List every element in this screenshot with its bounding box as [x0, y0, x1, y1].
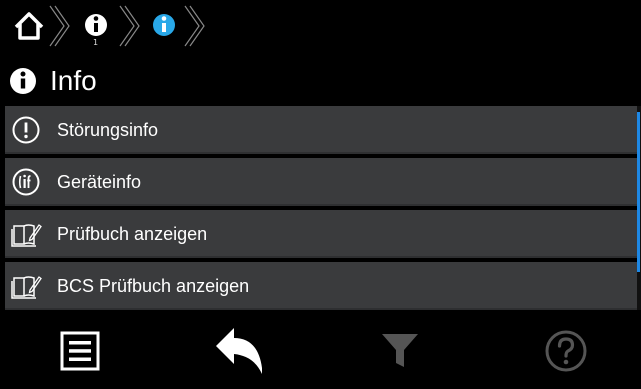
- list-item-label: BCS Prüfbuch anzeigen: [57, 275, 250, 296]
- home-icon: [14, 5, 70, 47]
- breadcrumb: 1: [0, 0, 641, 52]
- device-info-icon: [12, 168, 40, 196]
- book-icon: [11, 276, 42, 299]
- filter-button[interactable]: [320, 312, 480, 389]
- page-title: Info: [50, 65, 97, 96]
- info-menu-list: Störungsinfo Geräteinfo Prüfbuch anzeige…: [5, 106, 637, 310]
- page-header: Info: [8, 60, 97, 102]
- breadcrumb-info-current[interactable]: [142, 0, 214, 52]
- list-item-pruefbuch[interactable]: Prüfbuch anzeigen: [5, 210, 637, 258]
- menu-button[interactable]: [0, 312, 160, 389]
- list-item-label: Prüfbuch anzeigen: [57, 223, 208, 244]
- back-button[interactable]: [160, 312, 320, 389]
- info-icon: [10, 68, 36, 94]
- breadcrumb-home[interactable]: [0, 0, 70, 52]
- breadcrumb-info-1[interactable]: 1: [70, 0, 142, 52]
- exclamation-circle-icon: [12, 116, 40, 144]
- help-icon: [545, 330, 587, 371]
- list-item-stoerungsinfo[interactable]: Störungsinfo: [5, 106, 637, 154]
- help-button[interactable]: [486, 312, 641, 389]
- list-item-bcs-pruefbuch[interactable]: BCS Prüfbuch anzeigen: [5, 262, 637, 310]
- back-arrow-icon: [216, 327, 262, 374]
- list-item-label: Geräteinfo: [57, 171, 142, 192]
- breadcrumb-sub-label: 1: [93, 38, 99, 47]
- info-icon-active: [153, 5, 205, 47]
- menu-icon: [60, 331, 100, 370]
- book-icon: [11, 224, 42, 247]
- scrollbar-thumb[interactable]: [637, 112, 640, 272]
- info-icon: [85, 5, 140, 47]
- filter-icon: [382, 333, 418, 367]
- list-item-label: Störungsinfo: [57, 119, 159, 140]
- list-item-geraeteinfo[interactable]: Geräteinfo: [5, 158, 637, 206]
- list-scrollbar[interactable]: [637, 106, 641, 310]
- bottom-toolbar: [0, 312, 641, 389]
